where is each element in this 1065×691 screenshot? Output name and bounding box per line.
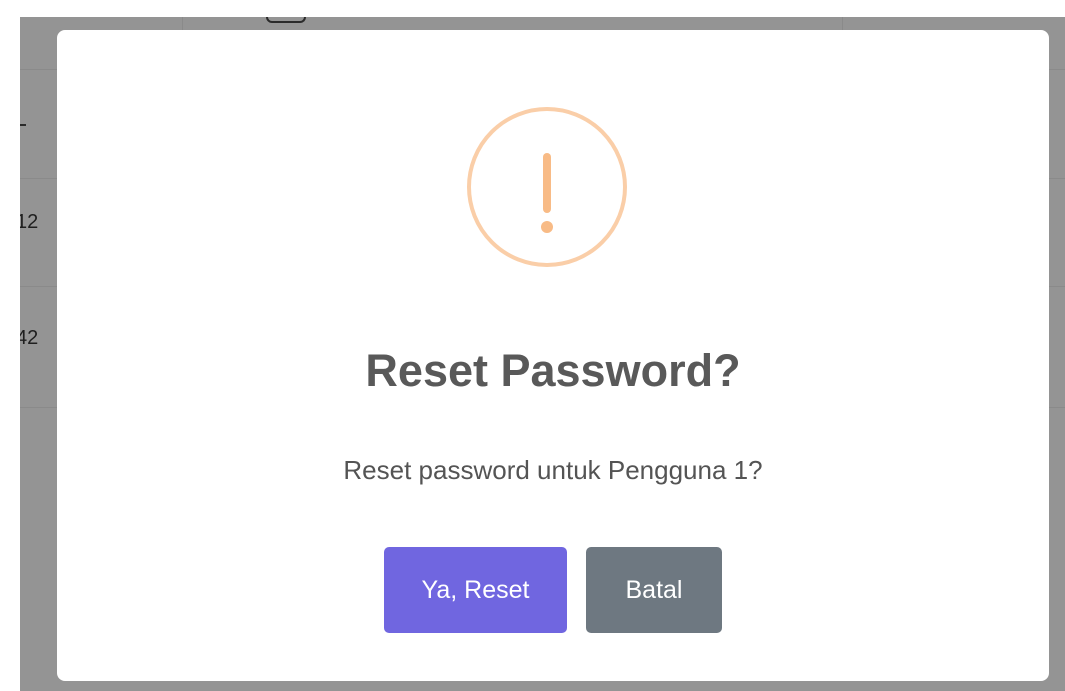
confirm-reset-button[interactable]: Ya, Reset bbox=[384, 547, 567, 633]
exclamation-bar bbox=[543, 153, 551, 213]
background-cell-value: 42 bbox=[20, 327, 39, 349]
background-cell-value: 12 bbox=[20, 211, 39, 233]
exclamation-dot bbox=[541, 221, 553, 233]
background-dash bbox=[20, 124, 26, 126]
warning-exclamation-icon bbox=[467, 107, 627, 267]
cancel-button[interactable]: Batal bbox=[586, 547, 722, 633]
background-partial-text bbox=[266, 17, 306, 23]
dialog-message: Reset password untuk Pengguna 1? bbox=[343, 455, 763, 485]
dialog-title: Reset Password? bbox=[365, 345, 741, 396]
confirm-dialog: Reset Password? Reset password untuk Pen… bbox=[57, 30, 1049, 681]
